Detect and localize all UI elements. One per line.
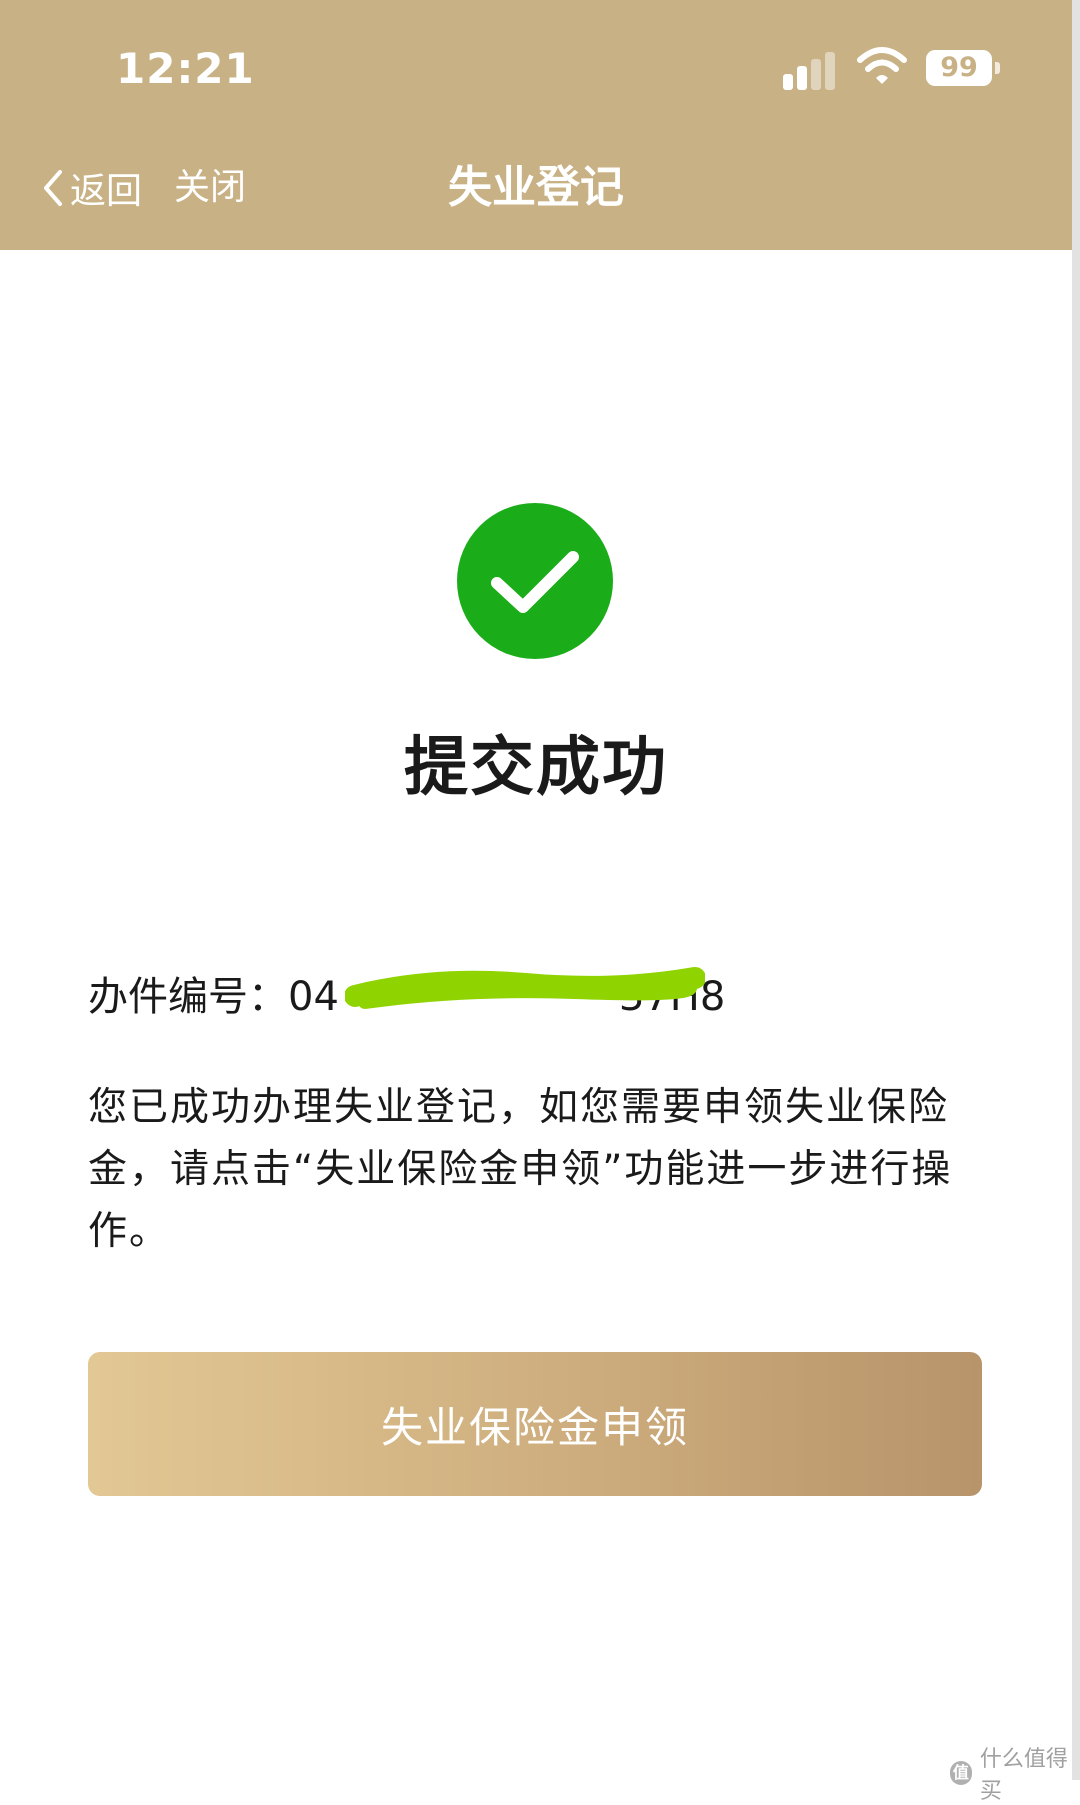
case-number-label: 办件编号： <box>88 974 288 1020</box>
watermark: 值 什么值得买 <box>950 1741 1080 1805</box>
battery-cap <box>995 62 1000 74</box>
top-bar: 12:21 99 返回 关闭 失业登记 <box>0 0 1072 250</box>
status-time: 12:21 <box>116 44 255 93</box>
battery-icon: 99 <box>926 50 1002 88</box>
check-circle-icon <box>457 503 613 659</box>
battery-level: 99 <box>926 50 992 86</box>
watermark-badge: 值 <box>950 1761 972 1785</box>
signal-icon <box>783 52 835 90</box>
unemployment-insurance-claim-button[interactable]: 失业保险金申领 <box>88 1352 982 1496</box>
watermark-text: 什么值得买 <box>979 1747 1068 1804</box>
case-number-visible: 04 <box>288 974 339 1020</box>
page-title: 失业登记 <box>448 162 624 213</box>
right-edge <box>1072 0 1080 1780</box>
success-title: 提交成功 <box>404 731 668 805</box>
info-message: 您已成功办理失业登记，如您需要申领失业保险金，请点击“失业保险金申领”功能进一步… <box>88 1085 953 1254</box>
redaction-mark <box>345 967 705 1009</box>
wifi-icon <box>857 47 907 84</box>
